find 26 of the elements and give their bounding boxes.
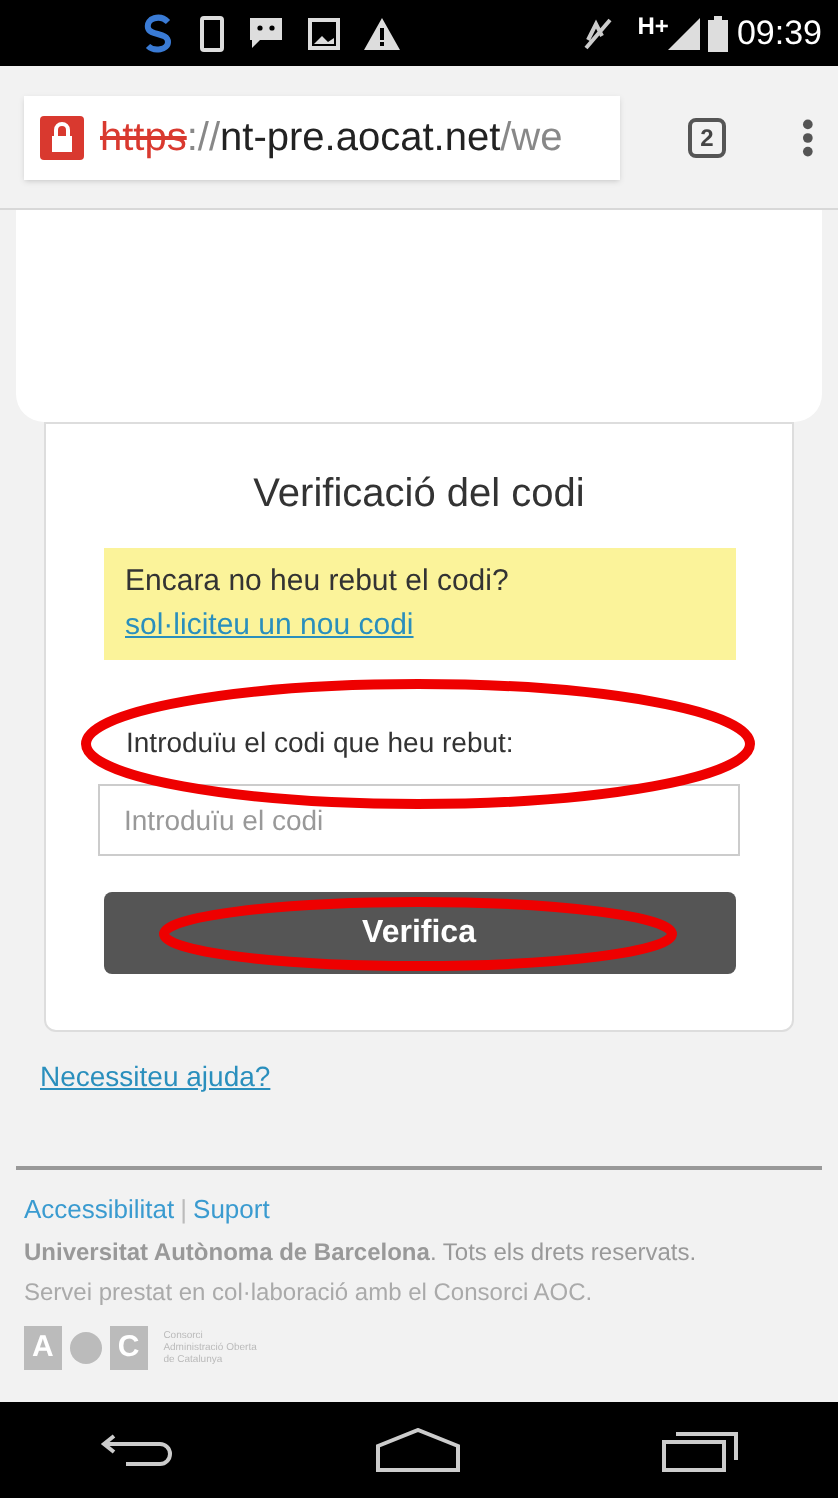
code-label: Introduïu el codi que heu rebut: — [126, 724, 514, 760]
request-code-link[interactable]: sol·liciteu un nou codi — [125, 604, 414, 648]
card-title: Verificació del codi — [253, 470, 585, 520]
notice-text: Encara no heu rebut el codi? — [125, 562, 511, 602]
copyright-text: Universitat Autònoma de Barcelona. Tots els drets reservats. — [24, 1235, 699, 1269]
more-icon[interactable] — [802, 117, 814, 157]
phone-icon — [200, 15, 224, 51]
url-text: https://nt-pre.aocat.net/we — [100, 113, 563, 163]
chat-icon — [248, 15, 284, 51]
link-separator: | — [180, 1192, 188, 1228]
home-icon[interactable] — [374, 1428, 463, 1472]
battery-icon — [708, 15, 729, 51]
tabs-button[interactable]: 2 — [687, 117, 727, 157]
signal-icon — [668, 17, 701, 49]
image-icon — [308, 17, 340, 49]
address-bar[interactable]: https://nt-pre.aocat.net/we — [24, 95, 620, 179]
accessibility-link[interactable]: Accessibilitat — [24, 1190, 175, 1229]
clock: 09:39 — [736, 11, 822, 56]
recent-apps-icon[interactable] — [659, 1428, 740, 1472]
help-link[interactable]: Necessiteu ajuda? — [40, 1056, 271, 1098]
code-field[interactable]: Introduïu el codi — [98, 784, 740, 856]
warning-icon — [364, 17, 400, 49]
network-type: H+ — [637, 9, 669, 43]
lock-icon — [40, 115, 84, 159]
support-link[interactable]: Suport — [193, 1190, 270, 1229]
service-text: Servei prestat en col·laboració amb el Consorci AOC. — [24, 1275, 595, 1309]
